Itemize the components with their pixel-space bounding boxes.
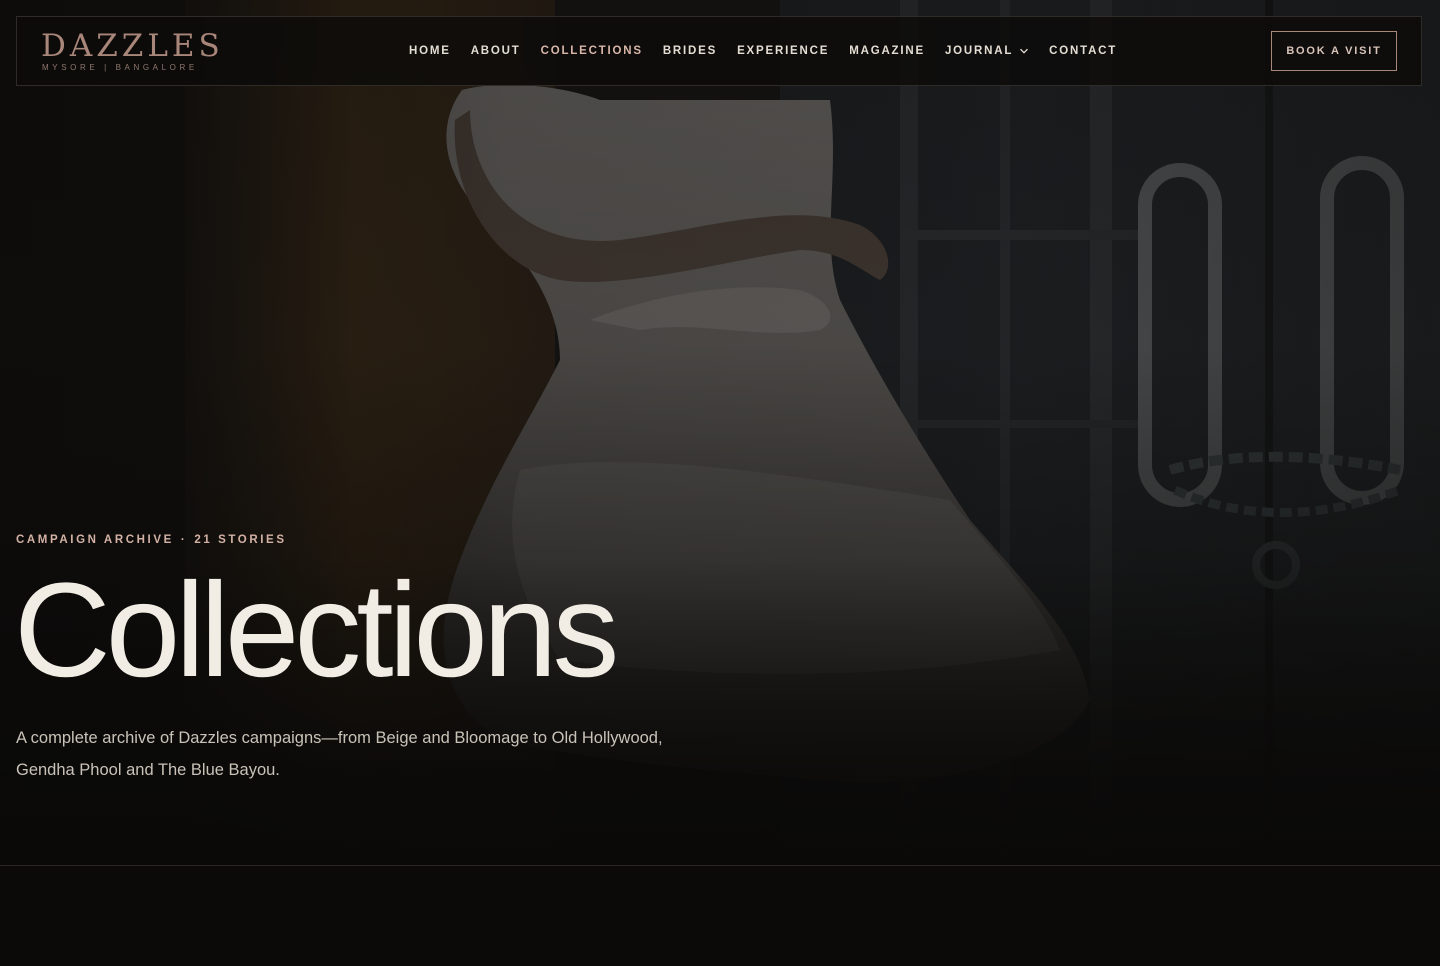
nav-item-brides[interactable]: BRIDES: [653, 17, 727, 85]
chevron-down-icon: [1020, 48, 1029, 54]
page: DAZZLES MYSORE | BANGALORE HOME ABOUT CO…: [0, 0, 1440, 966]
nav-item-home[interactable]: HOME: [399, 17, 461, 85]
next-section: [0, 866, 1440, 966]
hero-eyebrow: CAMPAIGN ARCHIVE · 21 STORIES: [16, 534, 287, 546]
eyebrow-separator: ·: [180, 534, 188, 546]
nav-item-experience[interactable]: EXPERIENCE: [727, 17, 839, 85]
book-a-visit-button[interactable]: BOOK A VISIT: [1271, 31, 1397, 71]
brand-tagline: MYSORE | BANGALORE: [42, 63, 198, 72]
site-header: DAZZLES MYSORE | BANGALORE HOME ABOUT CO…: [16, 16, 1422, 86]
hero-description: A complete archive of Dazzles campaigns—…: [16, 729, 663, 779]
main-nav: HOME ABOUT COLLECTIONS BRIDES EXPERIENCE…: [399, 17, 1127, 85]
page-title: Collections: [14, 556, 619, 705]
nav-item-collections[interactable]: COLLECTIONS: [531, 17, 653, 85]
brand-name: DAZZLES: [41, 28, 224, 64]
eyebrow-count: 21 STORIES: [194, 534, 287, 546]
nav-item-about[interactable]: ABOUT: [461, 17, 531, 85]
nav-item-contact[interactable]: CONTACT: [1039, 17, 1127, 85]
eyebrow-section: CAMPAIGN ARCHIVE: [16, 534, 174, 546]
nav-item-magazine[interactable]: MAGAZINE: [839, 17, 935, 85]
brand-logo[interactable]: DAZZLES MYSORE | BANGALORE: [41, 29, 221, 75]
nav-item-journal[interactable]: JOURNAL: [935, 17, 1039, 85]
nav-item-journal-label: JOURNAL: [944, 45, 1014, 57]
